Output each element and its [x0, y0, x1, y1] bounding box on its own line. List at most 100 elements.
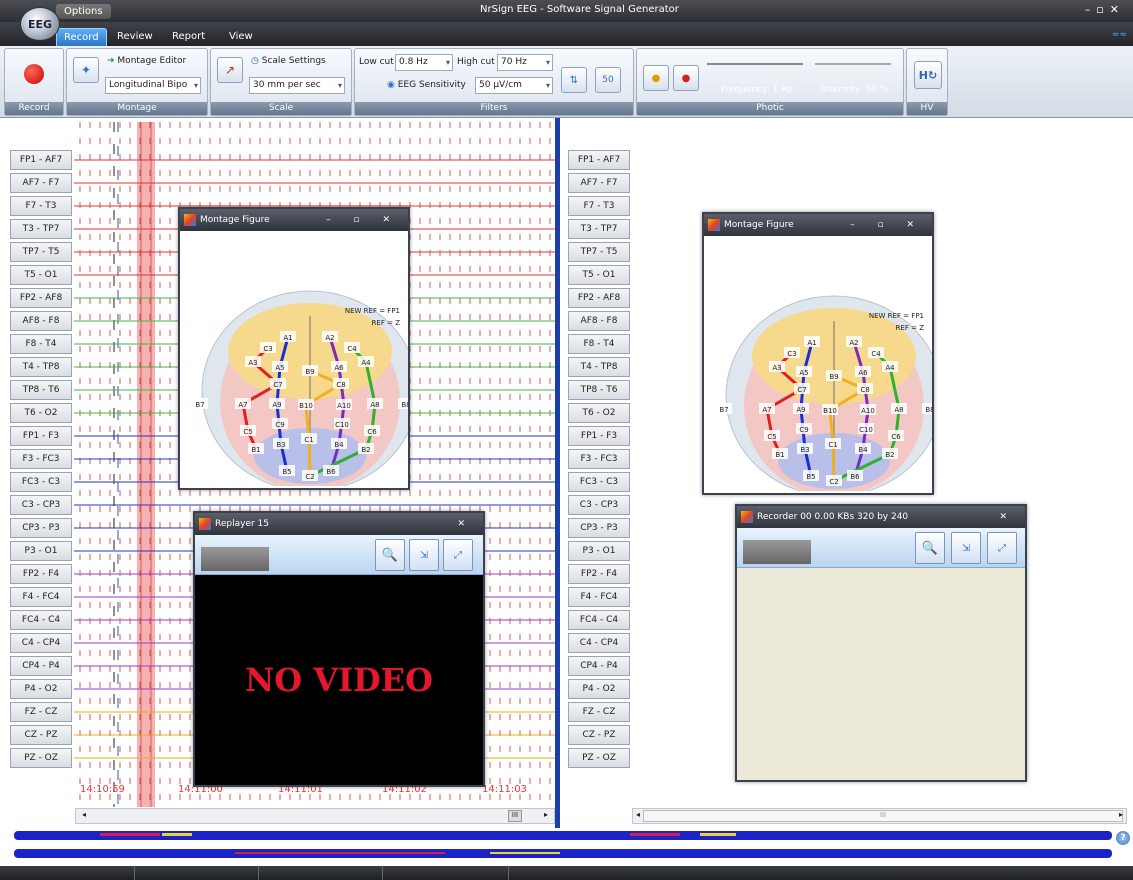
right-channel-label[interactable]: FC4 - C4 [568, 610, 630, 630]
left-channel-label[interactable]: T3 - TP7 [10, 219, 72, 239]
left-channel-label[interactable]: FP2 - F4 [10, 564, 72, 584]
shrink-button[interactable]: ⇲ [951, 532, 981, 564]
tab-review[interactable]: Review [110, 28, 160, 46]
sensitivity-select[interactable]: 50 µV/cm ▾ [475, 77, 553, 94]
right-channel-label[interactable]: CP3 - P3 [568, 518, 630, 538]
scale-chart-button[interactable]: ↗ [217, 57, 243, 83]
right-channel-label[interactable]: FP1 - AF7 [568, 150, 630, 170]
right-channel-label[interactable]: F4 - FC4 [568, 587, 630, 607]
left-channel-label[interactable]: T5 - O1 [10, 265, 72, 285]
shrink-button[interactable]: ⇲ [409, 539, 439, 571]
left-channel-label[interactable]: CZ - PZ [10, 725, 72, 745]
right-channel-label[interactable]: F3 - FC3 [568, 449, 630, 469]
overview-bar-bottom[interactable] [14, 849, 1112, 858]
tab-view[interactable]: View [222, 28, 260, 46]
left-channel-label[interactable]: TP7 - T5 [10, 242, 72, 262]
help-button[interactable]: ? [1116, 831, 1130, 845]
low-cut-select[interactable]: 0.8 Hz ▾ [395, 54, 453, 71]
close-icon[interactable]: ✕ [457, 513, 475, 535]
photic-on-button[interactable]: ● [673, 65, 699, 91]
tab-report[interactable]: Report [165, 28, 212, 46]
left-channel-label[interactable]: T6 - O2 [10, 403, 72, 423]
recorder-window[interactable]: Recorder 00 0.00 KBs 320 by 240 ✕ 🔍 ⇲ ⤢ [735, 504, 1027, 782]
right-channel-label[interactable]: CP4 - P4 [568, 656, 630, 676]
left-channel-label[interactable]: F3 - FC3 [10, 449, 72, 469]
left-channel-label[interactable]: FZ - CZ [10, 702, 72, 722]
right-channel-label[interactable]: FP1 - F3 [568, 426, 630, 446]
right-channel-label[interactable]: C3 - CP3 [568, 495, 630, 515]
right-channel-label[interactable]: T4 - TP8 [568, 357, 630, 377]
montage-window-title[interactable]: Montage Figure – ▫ ✕ [180, 209, 408, 231]
right-channel-label[interactable]: CZ - PZ [568, 725, 630, 745]
right-channel-label[interactable]: FC3 - C3 [568, 472, 630, 492]
scroll-right-icon[interactable]: ▸ [1119, 810, 1123, 819]
left-channel-label[interactable]: AF7 - F7 [10, 173, 72, 193]
left-channel-label[interactable]: PZ - OZ [10, 748, 72, 768]
left-channel-label[interactable]: FP1 - AF7 [10, 150, 72, 170]
expand-button[interactable]: ⤢ [443, 539, 473, 571]
right-channel-label[interactable]: FZ - CZ [568, 702, 630, 722]
right-channel-label[interactable]: FP2 - F4 [568, 564, 630, 584]
replayer-title-bar[interactable]: Replayer 15 ✕ [195, 513, 483, 535]
zoom-button[interactable]: 🔍 [375, 539, 405, 571]
right-channel-label[interactable]: TP7 - T5 [568, 242, 630, 262]
montage-figure-window[interactable]: Montage Figure – ▫ ✕ A1 A2 C3 C4 A3 A4 A5 A6 B9 C8… [178, 207, 419, 492]
maximize-icon[interactable]: ▫ [1096, 3, 1109, 16]
left-channel-label[interactable]: CP4 - P4 [10, 656, 72, 676]
right-channel-label[interactable]: C4 - CP4 [568, 633, 630, 653]
right-channel-label[interactable]: P3 - O1 [568, 541, 630, 561]
expand-button[interactable]: ⤢ [987, 532, 1017, 564]
window-controls[interactable]: – ▫ ✕ [326, 209, 400, 231]
hv-button[interactable]: H↻ [914, 61, 942, 89]
window-controls[interactable]: – ▫ ✕ [850, 214, 924, 236]
right-channel-label[interactable]: T6 - O2 [568, 403, 630, 423]
montage-figure-window-2[interactable]: Montage Figure – ▫ ✕ A1 A2 C3 C4 A3 A4 A5 A6 B9 C8… [702, 212, 943, 497]
right-channel-label[interactable]: AF8 - F8 [568, 311, 630, 331]
montage-icon-button[interactable]: ✦ [73, 57, 99, 83]
left-channel-label[interactable]: FC4 - C4 [10, 610, 72, 630]
close-icon[interactable]: ✕ [999, 506, 1017, 528]
scroll-thumb[interactable]: III [508, 810, 522, 822]
right-channel-label[interactable]: T5 - O1 [568, 265, 630, 285]
minimize-icon[interactable]: – [1085, 3, 1097, 16]
right-channel-label[interactable]: TP8 - T6 [568, 380, 630, 400]
scale-settings-button[interactable]: ◷ Scale Settings [251, 56, 326, 66]
left-channel-label[interactable]: AF8 - F8 [10, 311, 72, 331]
recorder-title-bar[interactable]: Recorder 00 0.00 KBs 320 by 240 ✕ [737, 506, 1025, 528]
left-channel-label[interactable]: FP2 - AF8 [10, 288, 72, 308]
left-channel-label[interactable]: C4 - CP4 [10, 633, 72, 653]
left-channel-label[interactable]: P3 - O1 [10, 541, 72, 561]
left-channel-label[interactable]: F4 - FC4 [10, 587, 72, 607]
left-channel-label[interactable]: CP3 - P3 [10, 518, 72, 538]
high-cut-select[interactable]: 70 Hz ▾ [497, 54, 553, 71]
left-channel-label[interactable]: C3 - CP3 [10, 495, 72, 515]
right-channel-label[interactable]: F7 - T3 [568, 196, 630, 216]
right-channel-label[interactable]: P4 - O2 [568, 679, 630, 699]
montage-select[interactable]: Longitudinal Bipo ▾ [105, 77, 201, 94]
right-channel-label[interactable]: F8 - T4 [568, 334, 630, 354]
montage-editor-button[interactable]: ➜ Montage Editor [107, 56, 186, 66]
right-channel-label[interactable]: PZ - OZ [568, 748, 630, 768]
trace-horizontal-scrollbar[interactable]: ◂ III ▸ [75, 808, 555, 824]
frequency-slider[interactable] [707, 63, 803, 65]
intensity-slider[interactable] [815, 63, 891, 65]
right-channel-label[interactable]: AF7 - F7 [568, 173, 630, 193]
zoom-button[interactable]: 🔍 [915, 532, 945, 564]
close-icon[interactable]: ✕ [1110, 3, 1125, 16]
scroll-thumb[interactable]: III [643, 810, 1123, 822]
scroll-left-icon[interactable]: ◂ [82, 810, 86, 819]
left-channel-label[interactable]: P4 - O2 [10, 679, 72, 699]
left-channel-label[interactable]: F8 - T4 [10, 334, 72, 354]
collapse-ribbon-icon[interactable]: ≈≈ [1112, 30, 1127, 40]
right-channel-label[interactable]: T3 - TP7 [568, 219, 630, 239]
replayer-window[interactable]: Replayer 15 ✕ 🔍 ⇲ ⤢ NO VIDEO [193, 511, 485, 787]
workspace-horizontal-scrollbar[interactable]: ◂ III ▸ [632, 808, 1127, 824]
left-channel-label[interactable]: TP8 - T6 [10, 380, 72, 400]
photic-off-button[interactable]: ● [643, 65, 669, 91]
left-channel-label[interactable]: FC3 - C3 [10, 472, 72, 492]
scroll-left-icon[interactable]: ◂ [636, 810, 640, 819]
left-channel-label[interactable]: FP1 - F3 [10, 426, 72, 446]
scroll-right-icon[interactable]: ▸ [544, 810, 548, 819]
scale-select[interactable]: 30 mm per sec ▾ [249, 77, 345, 94]
left-channel-label[interactable]: T4 - TP8 [10, 357, 72, 377]
